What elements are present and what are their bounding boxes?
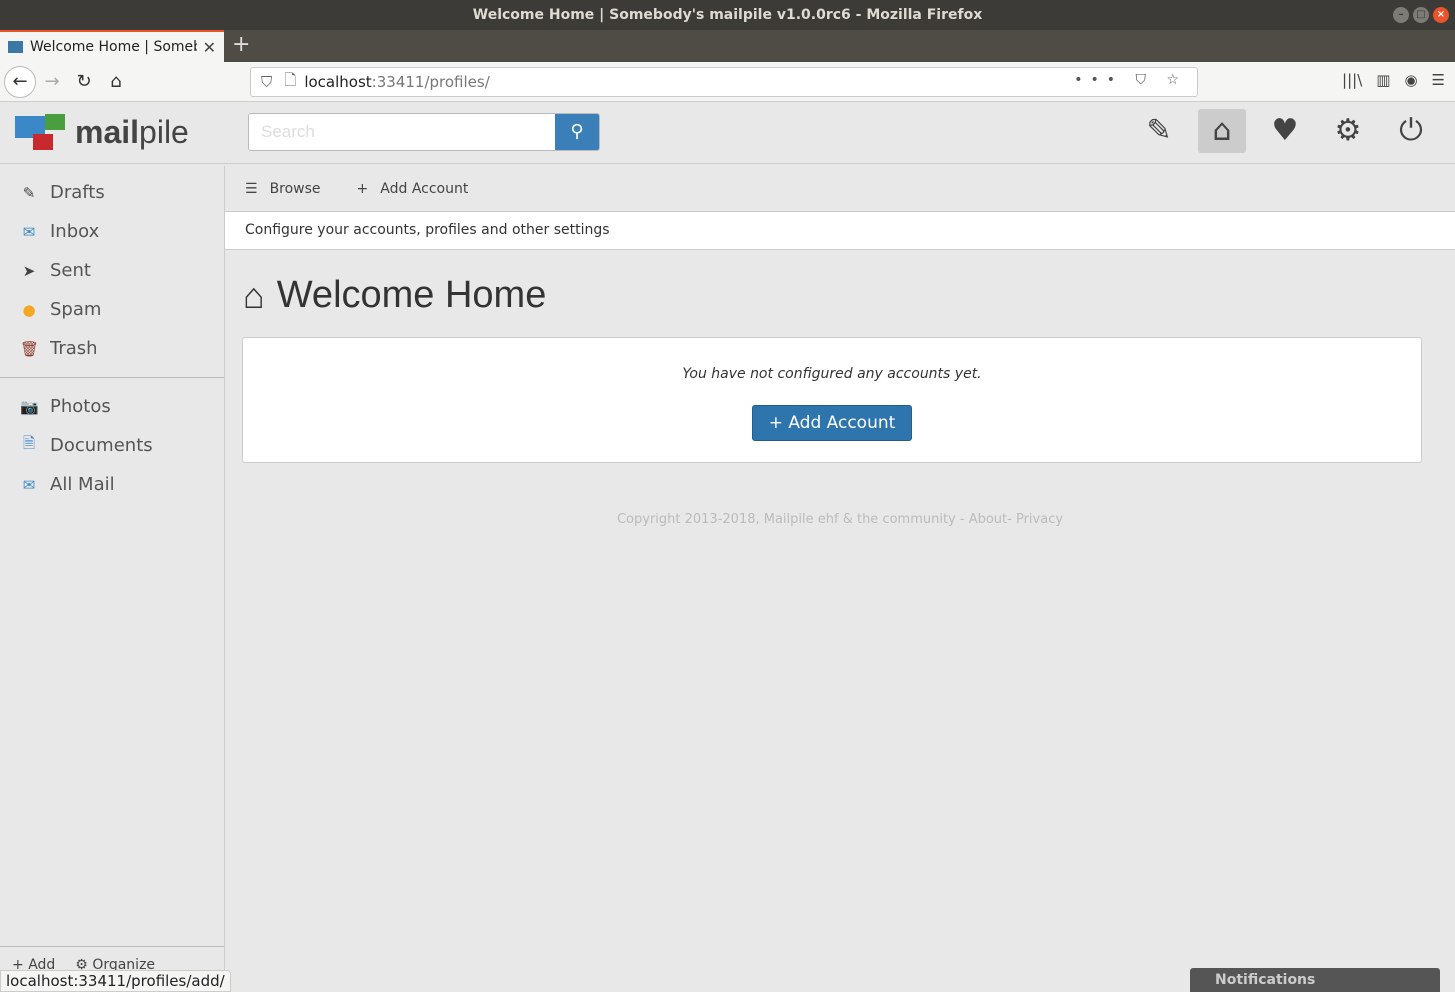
sidebar-item-label: Spam — [50, 299, 102, 320]
page-icon: 🗋 — [284, 70, 297, 89]
account-icon[interactable]: ◉ — [1404, 71, 1417, 89]
copyright-footer: Copyright 2013-2018, Mailpile ehf & the … — [616, 512, 1064, 527]
sidebar-icon[interactable]: ▥ — [1376, 71, 1390, 89]
sidebar-item-label: Drafts — [50, 182, 105, 203]
sidebar-item-all-mail[interactable]: ✉ All Mail — [0, 465, 224, 504]
tab-bar: Welcome Home | Somebody's mailpile ✕ + — [0, 30, 1455, 62]
sidebar-item-documents[interactable]: 🗎 Documents — [0, 426, 224, 465]
window-title: Welcome Home | Somebody's mailpile v1.0.… — [472, 7, 983, 23]
sidebar-item-label: Inbox — [50, 221, 100, 242]
notifications-tab[interactable]: Notifications — [1190, 968, 1440, 992]
mailpile-logo[interactable]: mailpile — [15, 112, 189, 152]
page-description: Configure your accounts, profiles and ot… — [225, 212, 1455, 250]
power-icon[interactable]: ⏻ — [1387, 109, 1435, 153]
favicon-icon — [8, 41, 23, 53]
logo-envelopes-icon — [15, 112, 67, 152]
browser-tab[interactable]: Welcome Home | Somebody's mailpile ✕ — [0, 30, 224, 62]
logo-text: pile — [139, 113, 189, 150]
more-icon[interactable]: ••• — [1074, 72, 1123, 88]
home-button[interactable]: ⌂ — [100, 71, 132, 92]
nav-bar: ← → ↻ ⌂ ⛉ 🗋 localhost:33411/profiles/ ••… — [0, 62, 1455, 102]
heart-icon[interactable]: ♥ — [1261, 109, 1309, 153]
sidebar-item-label: Photos — [50, 396, 111, 417]
add-account-link[interactable]: + Add Account — [357, 181, 469, 197]
list-icon: ☰ — [245, 180, 258, 197]
inbox-icon: ✉ — [22, 222, 36, 241]
page-title: ⌂ Welcome Home — [243, 274, 1455, 317]
minimize-button[interactable]: – — [1393, 7, 1409, 23]
sidebar-item-drafts[interactable]: ✎ Drafts — [0, 173, 224, 212]
sidebar-item-label: All Mail — [50, 474, 115, 495]
url-host: localhost — [304, 73, 372, 91]
reload-button[interactable]: ↻ — [68, 71, 100, 92]
plus-icon: + — [356, 180, 369, 197]
forward-button[interactable]: → — [36, 71, 68, 92]
sidebar-item-label: Trash — [50, 338, 98, 359]
close-window-button[interactable]: × — [1433, 7, 1449, 23]
compose-icon[interactable]: ✎ — [1135, 109, 1183, 153]
browse-label: Browse — [269, 180, 321, 197]
empty-message: You have not configured any accounts yet… — [682, 366, 982, 382]
back-button[interactable]: ← — [4, 65, 36, 98]
browse-link[interactable]: ☰ Browse — [245, 181, 321, 197]
maximize-button[interactable]: □ — [1413, 7, 1429, 23]
bookmark-star-icon[interactable]: ☆ — [1166, 72, 1187, 88]
add-account-button[interactable]: + Add Account — [751, 405, 913, 441]
sidebar-item-photos[interactable]: 📷 Photos — [0, 387, 224, 426]
new-tab-button[interactable]: + — [232, 32, 250, 57]
sidebar-item-label: Documents — [50, 435, 153, 456]
sidebar-item-label: Sent — [50, 260, 91, 281]
status-url: localhost:33411/profiles/add/ — [0, 970, 231, 992]
url-bar[interactable]: ⛉ 🗋 localhost:33411/profiles/ ••• ⛉ ☆ — [250, 67, 1198, 97]
all-mail-icon: ✉ — [22, 475, 36, 494]
add-account-label: Add Account — [380, 180, 469, 197]
sidebar-item-sent[interactable]: ➤ Sent — [0, 251, 224, 290]
home-icon: ⌂ — [243, 274, 265, 316]
sent-icon: ➤ — [22, 261, 36, 280]
add-account-button-label: Add Account — [788, 413, 896, 433]
shield-icon[interactable]: ⛉ — [261, 73, 272, 91]
sidebar-item-spam[interactable]: ● Spam — [0, 290, 224, 329]
sidebar-item-inbox[interactable]: ✉ Inbox — [0, 212, 224, 251]
window-titlebar: Welcome Home | Somebody's mailpile v1.0.… — [0, 0, 1455, 30]
trash-icon: 🗑 — [20, 339, 40, 358]
search-button[interactable]: ⚲ — [555, 114, 599, 150]
home-icon[interactable]: ⌂ — [1198, 109, 1246, 153]
photos-icon: 📷 — [20, 397, 39, 416]
tab-title: Welcome Home | Somebody's mailpile — [30, 39, 197, 55]
search-box: ⚲ — [248, 113, 600, 151]
search-input[interactable] — [249, 114, 549, 150]
sidebar-item-trash[interactable]: 🗑 Trash — [0, 329, 224, 368]
page-title-text: Welcome Home — [276, 274, 547, 316]
sidebar: ✎ Drafts ✉ Inbox ➤ Sent ● Spam 🗑 Trash 📷 Photos 🗎 Do… — [0, 166, 225, 992]
menu-icon[interactable]: ☰ — [1432, 71, 1445, 89]
accounts-panel: You have not configured any accounts yet… — [242, 337, 1422, 463]
main-content: ☰ Browse + Add Account Configure your acco… — [225, 166, 1455, 992]
sidebar-divider — [0, 377, 224, 378]
documents-icon: 🗎 — [22, 434, 36, 452]
app-header: mailpile ⚲ ✎ ⌂ ♥ ⚙ ⏻ — [0, 102, 1455, 164]
drafts-icon: ✎ — [22, 183, 36, 202]
pocket-icon[interactable]: ⛉ — [1135, 72, 1154, 88]
library-icon[interactable]: |||\ — [1342, 71, 1362, 89]
spam-icon: ● — [22, 300, 36, 319]
url-path: :33411/profiles/ — [371, 73, 490, 91]
close-tab-icon[interactable]: ✕ — [203, 38, 216, 57]
logo-text-bold: mail — [75, 113, 140, 150]
settings-gear-icon[interactable]: ⚙ — [1324, 109, 1372, 153]
